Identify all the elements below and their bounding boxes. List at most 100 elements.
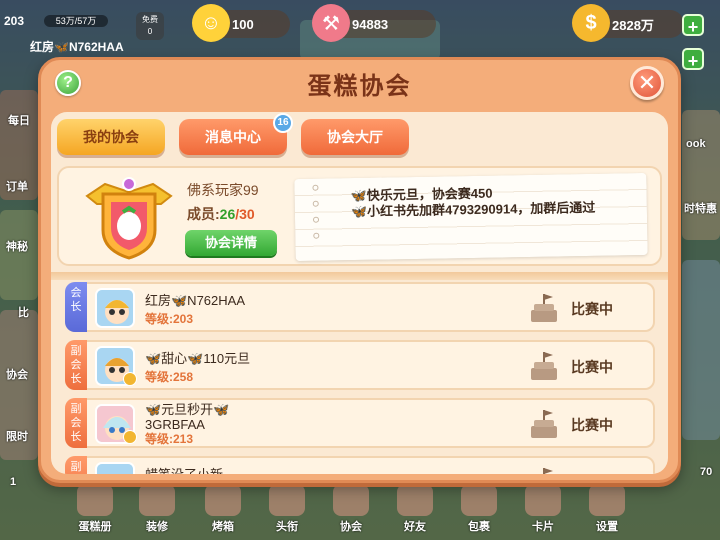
notice-text: 🦋快乐元旦，协会赛450 🦋小红书先加群4793290914，加群后通过 xyxy=(350,185,596,220)
coin-icon: $ xyxy=(572,4,610,42)
tab-label: 消息中心 xyxy=(205,129,261,145)
coin-value: 2828万 xyxy=(612,17,654,33)
nav-cake-book[interactable]: 蛋糕册 xyxy=(68,484,122,534)
nav-label: 头衔 xyxy=(276,521,298,533)
side-label-limited[interactable]: 限时 xyxy=(6,428,28,444)
notice-hole xyxy=(312,184,319,191)
section-divider xyxy=(51,272,668,280)
guild-name: 佛系玩家99 xyxy=(187,182,259,198)
hammer-value: 94883 xyxy=(352,16,389,32)
rank-medal-icon xyxy=(123,430,137,444)
cake-flag-icon xyxy=(531,410,557,438)
notice-hole xyxy=(313,232,320,239)
member-row[interactable]: 会 长 红房🦋N762HAA 等级:203 比赛中 xyxy=(65,282,655,332)
side-label-orders[interactable]: 订单 xyxy=(6,178,28,194)
nav-title[interactable]: 头衔 xyxy=(260,484,314,534)
dialog-panel: 我的协会 消息中心 16 协会大厅 佛系玩家99 成员:26/30 协会详情 🦋… xyxy=(51,112,668,474)
member-name: 🦋元旦秒开🦋 3GRBFAA xyxy=(145,402,230,432)
nav-label: 设置 xyxy=(596,521,618,533)
free-prop-label: 免费 xyxy=(142,15,158,24)
nav-oven[interactable]: 烤箱 xyxy=(196,484,250,534)
side-label-daily[interactable]: 每日 xyxy=(8,112,30,128)
role-tag: 副 会 长 xyxy=(65,398,87,448)
cake-book-icon xyxy=(77,484,113,516)
member-level: 等级:203 xyxy=(145,312,194,326)
tab-label: 协会大厅 xyxy=(327,129,383,145)
member-row[interactable]: 副 会 长 🦋元旦秒开🦋 3GRBFAA 等级:213 比赛中 xyxy=(65,398,655,448)
close-button[interactable]: ✕ xyxy=(630,66,664,100)
side-label-right-count: 70 xyxy=(700,466,713,478)
smile-counter: ☺ 100 xyxy=(192,4,290,42)
role-tag: 副 会 长 xyxy=(65,340,87,390)
notice-hole xyxy=(312,216,320,223)
xp-bar: 53万/57万 xyxy=(44,15,108,27)
role-tag: 会 长 xyxy=(65,282,87,332)
notice-hole xyxy=(312,200,319,207)
side-label-book[interactable]: ook xyxy=(686,138,706,150)
player-level: 203 xyxy=(4,14,25,28)
avatar[interactable] xyxy=(95,462,135,474)
top-hud: 203 53万/57万 免费 0 ☺ 100 ⚒ 94883 $ 2828万 + xyxy=(0,4,720,42)
member-count: 成员:26/30 xyxy=(187,204,255,224)
add-coins-button[interactable]: + xyxy=(682,14,704,37)
member-name: 🦋甜心🦋110元旦 xyxy=(145,351,251,366)
nav-label: 好友 xyxy=(404,521,426,533)
smile-icon: ☺ xyxy=(192,4,230,42)
dialog-title: 蛋糕协会 xyxy=(307,73,412,100)
side-label-guild[interactable]: 协会 xyxy=(6,366,28,382)
members-label: 成员: xyxy=(187,206,220,222)
member-level: 等级:258 xyxy=(145,370,194,384)
friends-icon xyxy=(397,484,433,516)
tab-guild-hall[interactable]: 协会大厅 xyxy=(301,119,409,155)
member-status: 比赛中 xyxy=(571,417,613,433)
side-label-compare[interactable]: 比 xyxy=(18,304,29,320)
nav-label: 烤箱 xyxy=(212,521,234,533)
nav-friends[interactable]: 好友 xyxy=(388,484,442,534)
avatar[interactable] xyxy=(95,288,135,328)
members-current: 26 xyxy=(219,206,236,222)
nav-package[interactable]: 包裹 xyxy=(452,484,506,534)
member-row[interactable]: 副 蜡笔没了小新 xyxy=(65,456,655,474)
guild-info-card: 佛系玩家99 成员:26/30 协会详情 🦋快乐元旦，协会赛450 🦋小红书先加… xyxy=(57,166,662,266)
nav-label: 蛋糕册 xyxy=(78,521,112,533)
free-prop-count: 0 xyxy=(147,27,153,36)
bottom-nav: 蛋糕册 装修 烤箱 头衔 协会 好友 包裹 卡片 设置 xyxy=(0,480,720,540)
coin-counter: $ 2828万 xyxy=(572,4,684,42)
guild-icon xyxy=(333,484,369,516)
oven-icon xyxy=(205,484,241,516)
nav-cards[interactable]: 卡片 xyxy=(516,484,570,534)
cake-flag-icon xyxy=(531,352,557,380)
guild-detail-button[interactable]: 协会详情 xyxy=(185,230,277,256)
hammer-counter: ⚒ 94883 xyxy=(312,4,436,42)
tab-message-center[interactable]: 消息中心 16 xyxy=(179,113,293,155)
free-prop-badge[interactable]: 免费 0 xyxy=(136,12,164,40)
nav-label: 包裹 xyxy=(468,521,490,533)
nav-label: 装修 xyxy=(146,521,168,533)
nav-label: 卡片 xyxy=(532,521,554,533)
guild-emblem-icon xyxy=(85,177,173,260)
package-icon xyxy=(461,484,497,516)
add-gems-button[interactable]: + xyxy=(682,48,704,71)
cake-flag-icon xyxy=(531,294,557,322)
message-count-badge: 16 xyxy=(273,113,293,133)
hammer-icon: ⚒ xyxy=(312,4,350,42)
cake-flag-icon xyxy=(543,468,553,474)
title-icon xyxy=(269,484,305,516)
side-label-special[interactable]: 时特惠 xyxy=(684,200,717,216)
player-tag: 红房🦋N762HAA xyxy=(30,40,124,54)
member-name: 蜡笔没了小新 xyxy=(145,464,223,474)
side-label-mystery[interactable]: 神秘 xyxy=(6,238,28,254)
cards-icon xyxy=(525,484,561,516)
nav-guild[interactable]: 协会 xyxy=(324,484,378,534)
member-row[interactable]: 副 会 长 🦋甜心🦋110元旦 等级:258 比赛中 xyxy=(65,340,655,390)
member-list[interactable]: 会 长 红房🦋N762HAA 等级:203 比赛中 副 会 长 🦋甜心🦋110元… xyxy=(51,280,668,474)
guild-dialog: ? 蛋糕协会 ✕ 我的协会 消息中心 16 协会大厅 佛系玩家99 成员:26/… xyxy=(38,57,681,483)
tab-my-guild[interactable]: 我的协会 xyxy=(57,119,165,155)
nav-decorate[interactable]: 装修 xyxy=(130,484,184,534)
settings-icon xyxy=(589,484,625,516)
nav-settings[interactable]: 设置 xyxy=(580,484,634,534)
avatar-portrait-icon xyxy=(97,290,133,326)
nav-label: 协会 xyxy=(340,521,362,533)
avatar-portrait-icon xyxy=(97,464,133,474)
tab-label: 我的协会 xyxy=(83,129,139,145)
